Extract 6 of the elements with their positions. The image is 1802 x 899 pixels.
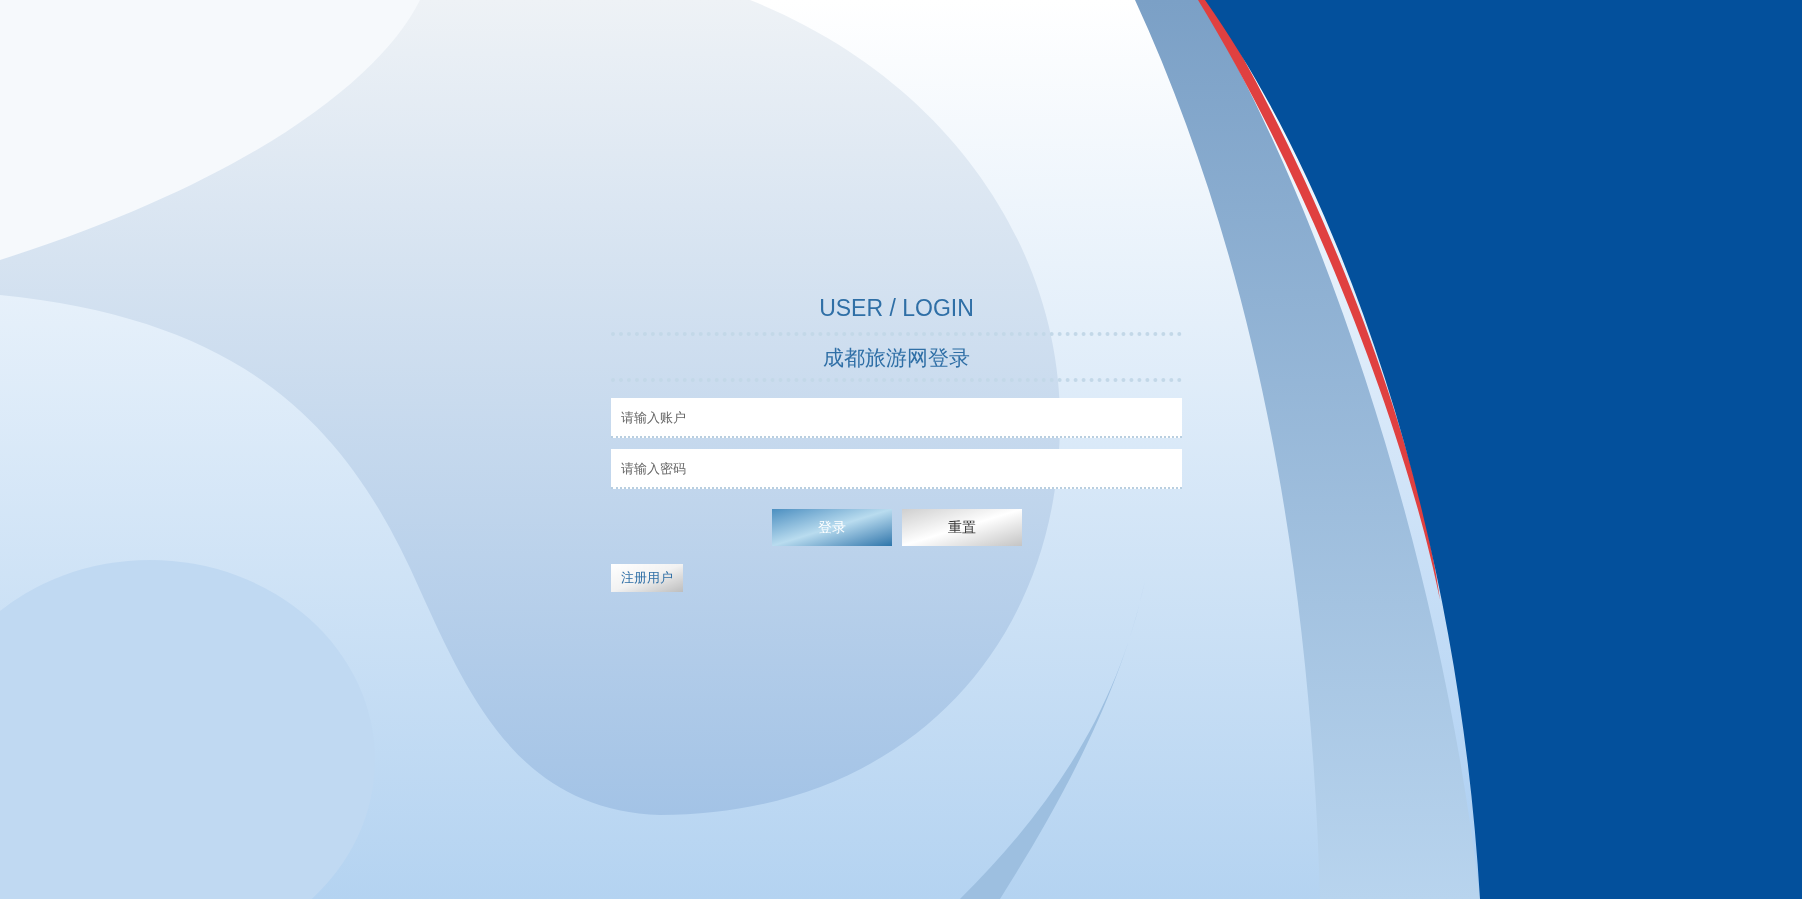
reset-button[interactable]: 重置: [901, 509, 1022, 546]
password-field[interactable]: 请输入密码: [611, 449, 1182, 489]
register-link[interactable]: 注册用户: [611, 564, 683, 592]
account-field[interactable]: 请输入账户: [611, 398, 1182, 438]
login-heading: USER / LOGIN: [819, 294, 974, 323]
site-title: 成都旅游网登录: [823, 345, 970, 371]
